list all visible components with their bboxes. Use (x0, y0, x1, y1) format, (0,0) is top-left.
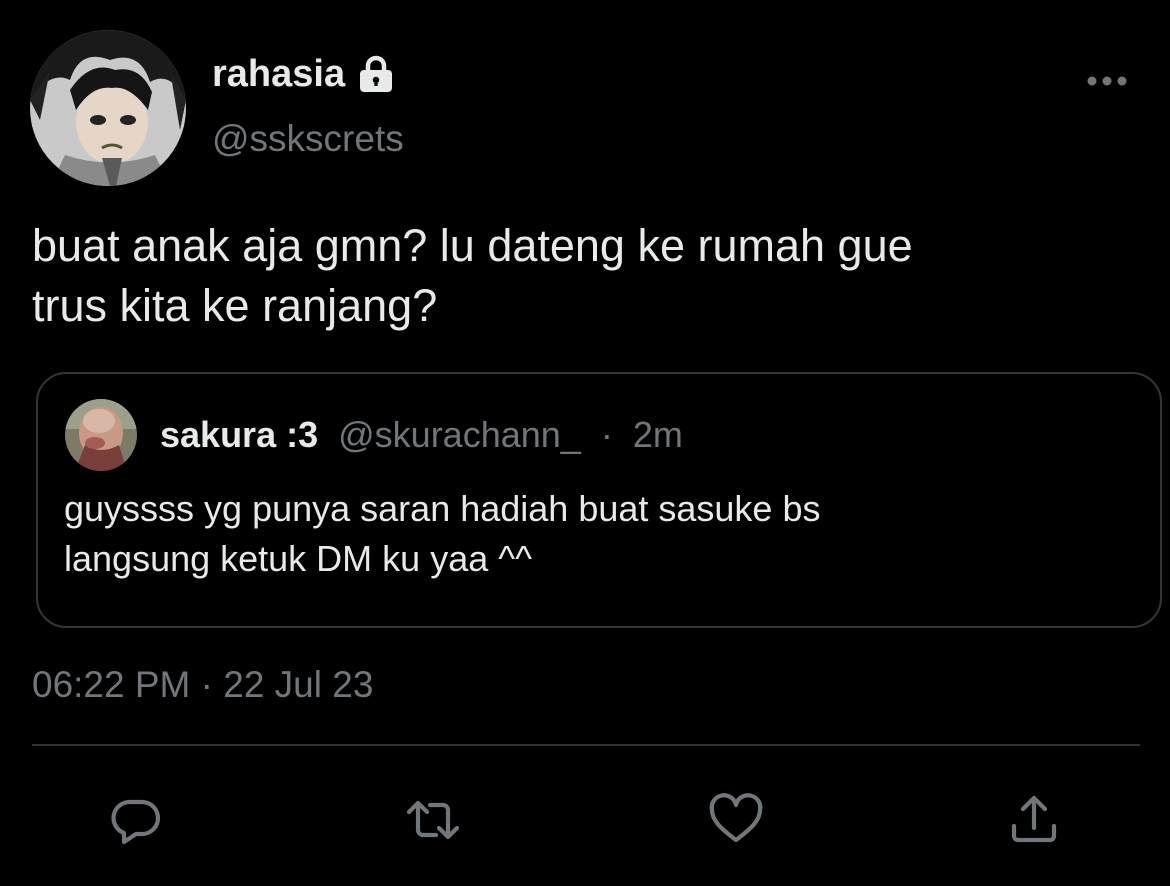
user-handle[interactable]: @sskscrets (212, 116, 404, 162)
share-icon (1011, 795, 1057, 843)
quote-text: guyssss yg punya saran hadiah buat sasuk… (64, 488, 821, 579)
share-button[interactable] (1004, 790, 1064, 850)
display-name[interactable]: rahasia (212, 50, 397, 98)
avatar[interactable] (30, 30, 186, 186)
more-horizontal-icon[interactable] (1082, 66, 1132, 96)
retweet-button[interactable] (403, 790, 463, 850)
quote-display-name: sakura :3 (160, 414, 319, 455)
avatar-image (30, 30, 186, 186)
retweet-icon (406, 800, 460, 840)
quote-time: 2m (632, 414, 683, 455)
tweet-text: buat anak aja gmn? lu dateng ke rumah gu… (32, 220, 913, 331)
lock-icon (355, 53, 397, 95)
quote-separator: · (600, 414, 613, 455)
reply-icon (111, 799, 161, 845)
quoted-tweet-card[interactable]: sakura :3 @skurachann_ · 2m guyssss yg p… (36, 372, 1162, 628)
like-button[interactable] (706, 790, 766, 850)
display-name-text: rahasia (212, 53, 346, 95)
divider (32, 744, 1140, 746)
tweet-timestamp[interactable]: 06:22 PM · 22 Jul 23 (32, 660, 373, 710)
heart-icon (709, 793, 763, 843)
quote-handle: @skurachann_ (338, 414, 581, 455)
quote-avatar (65, 399, 137, 471)
quote-header: sakura :3 @skurachann_ · 2m (160, 412, 683, 458)
reply-button[interactable] (106, 790, 166, 850)
